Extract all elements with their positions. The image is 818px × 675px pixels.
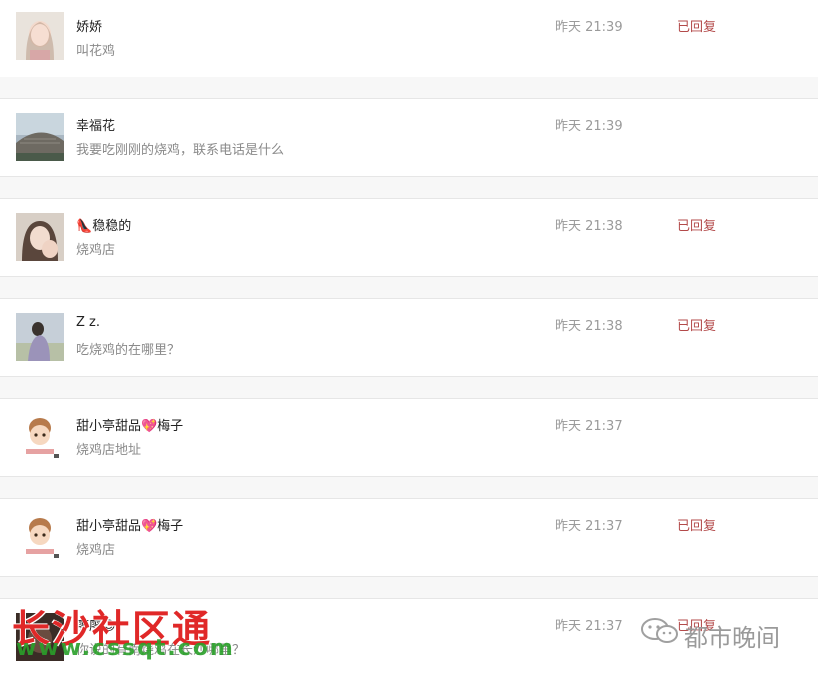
row-separator xyxy=(0,277,818,298)
message-text: 我要吃刚刚的烧鸡，联系电话是什么 xyxy=(76,143,285,158)
row-separator xyxy=(0,577,818,598)
message-row[interactable]: Z z. 吃烧鸡的在哪里？ 昨天 21:38 已回复 xyxy=(0,298,818,377)
message-text: 叫花鸡 xyxy=(76,44,116,59)
message-time: 昨天 21:37 xyxy=(555,619,623,634)
avatar[interactable] xyxy=(16,113,64,161)
avatar[interactable] xyxy=(16,213,64,261)
avatar[interactable] xyxy=(16,313,64,361)
wechat-icon xyxy=(640,616,680,650)
row-separator xyxy=(0,377,818,398)
message-row[interactable]: 甜小亭甜品💖梅子 烧鸡店地址 昨天 21:37 xyxy=(0,398,818,477)
row-separator xyxy=(0,77,818,98)
sender-name: 甜小亭甜品💖梅子 xyxy=(76,519,184,534)
avatar[interactable] xyxy=(16,513,64,561)
status-badge: 已回复 xyxy=(677,519,717,534)
sender-name: Z z. xyxy=(76,315,100,330)
row-separator xyxy=(0,177,818,198)
message-text: 烧鸡店 xyxy=(76,543,116,558)
sender-name: 甜小亭甜品💖梅子 xyxy=(76,419,184,434)
message-text: 吃烧鸡的在哪里？ xyxy=(76,343,181,358)
message-list: 娇娇 叫花鸡 昨天 21:39 已回复 幸福花 我要吃刚刚的烧鸡，联系电话是什么… xyxy=(0,0,818,675)
sender-name-text: 稳稳的 xyxy=(92,219,132,234)
message-row[interactable]: 娇娇 叫花鸡 昨天 21:39 已回复 xyxy=(0,0,818,79)
message-row[interactable]: 幸福花 我要吃刚刚的烧鸡，联系电话是什么 昨天 21:39 xyxy=(0,98,818,177)
message-time: 昨天 21:38 xyxy=(555,319,623,334)
message-row[interactable]: 甜小亭甜品💖梅子 烧鸡店 昨天 21:37 已回复 xyxy=(0,498,818,577)
status-badge: 已回复 xyxy=(677,219,717,234)
message-time: 昨天 21:39 xyxy=(555,20,623,35)
watermark-url: www.cssqt.com xyxy=(16,636,235,661)
watermark-cssqt: 长沙社区通 www.cssqt.com xyxy=(10,598,233,668)
watermark-text: 都市晚间 xyxy=(684,624,780,652)
message-time: 昨天 21:38 xyxy=(555,219,623,234)
message-time: 昨天 21:39 xyxy=(555,119,623,134)
avatar[interactable] xyxy=(16,413,64,461)
message-time: 昨天 21:37 xyxy=(555,519,623,534)
status-badge: 已回复 xyxy=(677,319,717,334)
sender-name: 👠稳稳的 xyxy=(76,215,131,234)
sender-name: 幸福花 xyxy=(76,119,116,134)
message-time: 昨天 21:37 xyxy=(555,419,623,434)
high-heel-icon: 👠 xyxy=(76,219,93,234)
row-separator xyxy=(0,477,818,498)
status-badge: 已回复 xyxy=(677,20,717,35)
sender-name: 娇娇 xyxy=(76,20,103,35)
message-text: 烧鸡店地址 xyxy=(76,443,142,458)
avatar[interactable] xyxy=(16,12,64,60)
message-row[interactable]: 👠稳稳的 烧鸡店 昨天 21:38 已回复 xyxy=(0,198,818,277)
message-text: 烧鸡店 xyxy=(76,243,116,258)
